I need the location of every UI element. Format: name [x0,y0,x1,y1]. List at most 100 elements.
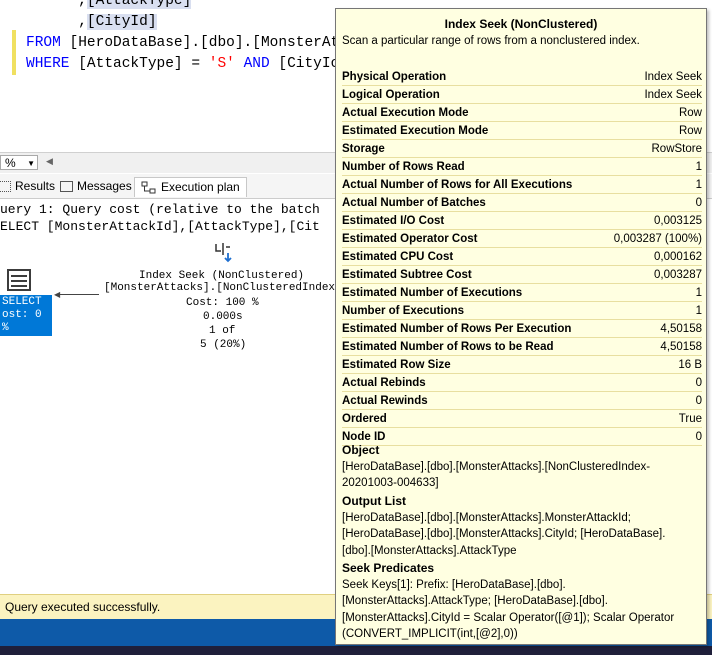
object-line: 20201003-004633] [342,477,439,489]
tooltip-property-row: Actual Execution Mode Row [342,104,702,122]
property-label: Estimated Number of Rows Per Execution [342,322,572,335]
property-label: Estimated Row Size [342,358,451,371]
output-line: [dbo].[MonsterAttacks].AttackType [342,544,517,557]
property-value: 0,000162 [654,250,702,263]
flow-arrow [57,294,99,295]
tab-results[interactable]: Results [0,177,55,196]
property-value: True [678,412,702,425]
property-label: Estimated Number of Rows to be Read [342,340,554,353]
chevron-down-icon: ▼ [27,159,35,168]
code-line-3: FROM [HeroDataBase].[dbo].[MonsterAt [26,35,340,51]
property-label: Number of Executions [342,304,465,317]
query-text-line: ELECT [MonsterAttackId],[AttackType],[Ci… [0,219,320,234]
tooltip-output-section: Output List [HeroDataBase].[dbo].[Monste… [342,493,702,559]
tooltip-property-row: Estimated CPU Cost 0,000162 [342,248,702,266]
property-value: 0,003287 (100%) [613,232,702,245]
seek-line: [MonsterAttacks].AttackType; [HeroDataBa… [342,595,608,607]
code-line-4: WHERE [AttackType] = 'S' AND [CityIc [26,56,340,72]
property-label: Actual Number of Batches [342,196,486,209]
seek-node-cost: Cost: 100 % [186,297,259,309]
seek-heading: Seek Predicates [342,561,435,575]
property-label: Logical Operation [342,88,440,101]
property-label: Node ID [342,430,386,443]
tooltip-property-row: Estimated Subtree Cost 0,003287 [342,266,702,284]
property-label: Estimated I/O Cost [342,214,445,227]
query-cost-line: uery 1: Query cost (relative to the batc… [0,202,320,217]
property-label: Physical Operation [342,70,447,83]
tooltip-property-row: Estimated Execution Mode Row [342,122,702,140]
property-value: 16 B [678,358,702,371]
property-label: Estimated Number of Executions [342,286,523,299]
seek-node-title: Index Seek (NonClustered) [139,270,305,282]
property-value: 0 [695,430,702,443]
tooltip-seek-section: Seek Predicates Seek Keys[1]: Prefix: [H… [342,560,702,643]
arrow-head-icon: ◀ [54,290,61,299]
code-line-2: ,[CityId] [26,14,157,30]
property-value: 0 [695,196,702,209]
property-value: RowStore [651,142,703,155]
property-label: Actual Rebinds [342,376,426,389]
tooltip-property-row: Actual Number of Batches 0 [342,194,702,212]
property-value: 4,50158 [660,322,702,335]
property-label: Actual Execution Mode [342,106,469,119]
status-message: Query executed successfully. [5,600,161,614]
seek-node-object: [MonsterAttacks].[NonClusteredIndex [104,282,336,294]
property-value: 0 [695,394,702,407]
property-value: 4,50158 [660,340,702,353]
tooltip-property-row: Storage RowStore [342,140,702,158]
grid-icon [0,181,11,192]
seek-node-rows: 1 of [209,325,236,337]
property-value: 0 [695,376,702,389]
select-node-label[interactable]: SELECT ost: 0 % [0,295,52,336]
object-line: [HeroDataBase].[dbo].[MonsterAttacks].[N… [342,460,651,473]
output-heading: Output List [342,494,406,508]
seek-node-percent: 5 (20%) [200,339,247,351]
tooltip-properties: Physical Operation Index Seek Logical Oper… [342,68,702,446]
tooltip-title: Index Seek (NonClustered) [444,17,598,31]
tab-execution-plan[interactable]: Execution plan [134,177,247,197]
property-label: Number of Rows Read [342,160,465,173]
property-value: Row [678,106,702,119]
property-label: Estimated Operator Cost [342,232,478,245]
tooltip-property-row: Estimated Number of Rows to be Read 4,501… [342,338,702,356]
property-value: Row [678,124,702,137]
tooltip-description: Scan a particular range of rows from a n… [342,35,640,47]
output-line: [HeroDataBase].[dbo].[MonsterAttacks].Mo… [342,511,631,524]
property-value: 0,003287 [654,268,702,281]
scroll-left-icon[interactable]: ◀ [46,156,53,167]
tooltip-property-row: Actual Rewinds 0 [342,392,702,410]
property-label: Ordered [342,412,387,425]
plan-icon [141,181,156,193]
property-label: Estimated Execution Mode [342,124,489,137]
tooltip-property-row: Number of Executions 1 [342,302,702,320]
code-line-1: ,[AttackType] [26,0,192,9]
index-seek-icon[interactable] [213,241,235,263]
messages-icon [60,181,73,192]
property-value: 0,003125 [654,214,702,227]
property-value: 1 [695,178,702,191]
tooltip-property-row: Logical Operation Index Seek [342,86,702,104]
tooltip-property-row: Estimated Number of Executions 1 [342,284,702,302]
operator-tooltip: Index Seek (NonClustered) Scan a particu… [335,8,707,645]
seek-node-time: 0.000s [203,311,243,323]
tooltip-property-row: Number of Rows Read 1 [342,158,702,176]
property-label: Estimated Subtree Cost [342,268,472,281]
property-value: 1 [695,160,702,173]
tooltip-property-row: Estimated I/O Cost 0,003125 [342,212,702,230]
tooltip-object-section: Object [HeroDataBase].[dbo].[MonsterAtta… [342,442,702,492]
tooltip-property-row: Ordered True [342,410,702,428]
change-marker [12,30,16,75]
property-value: Index Seek [644,70,702,83]
property-label: Actual Number of Rows for All Executions [342,178,573,191]
select-node-icon[interactable] [7,269,31,291]
tab-messages[interactable]: Messages [60,177,132,196]
tooltip-property-row: Actual Number of Rows for All Executions… [342,176,702,194]
object-heading: Object [342,443,380,457]
seek-line: (CONVERT_IMPLICIT(int,[@2],0)) [342,628,518,640]
output-line: [HeroDataBase].[dbo].[MonsterAttacks].Ci… [342,528,666,540]
zoom-dropdown[interactable]: % ▼ [0,155,38,170]
seek-line: Seek Keys[1]: Prefix: [HeroDataBase].[db… [342,578,566,591]
seek-line: [MonsterAttacks].CityId = Scalar Operato… [342,611,675,624]
tooltip-property-row: Estimated Number of Rows Per Execution 4,… [342,320,702,338]
property-label: Storage [342,142,385,155]
